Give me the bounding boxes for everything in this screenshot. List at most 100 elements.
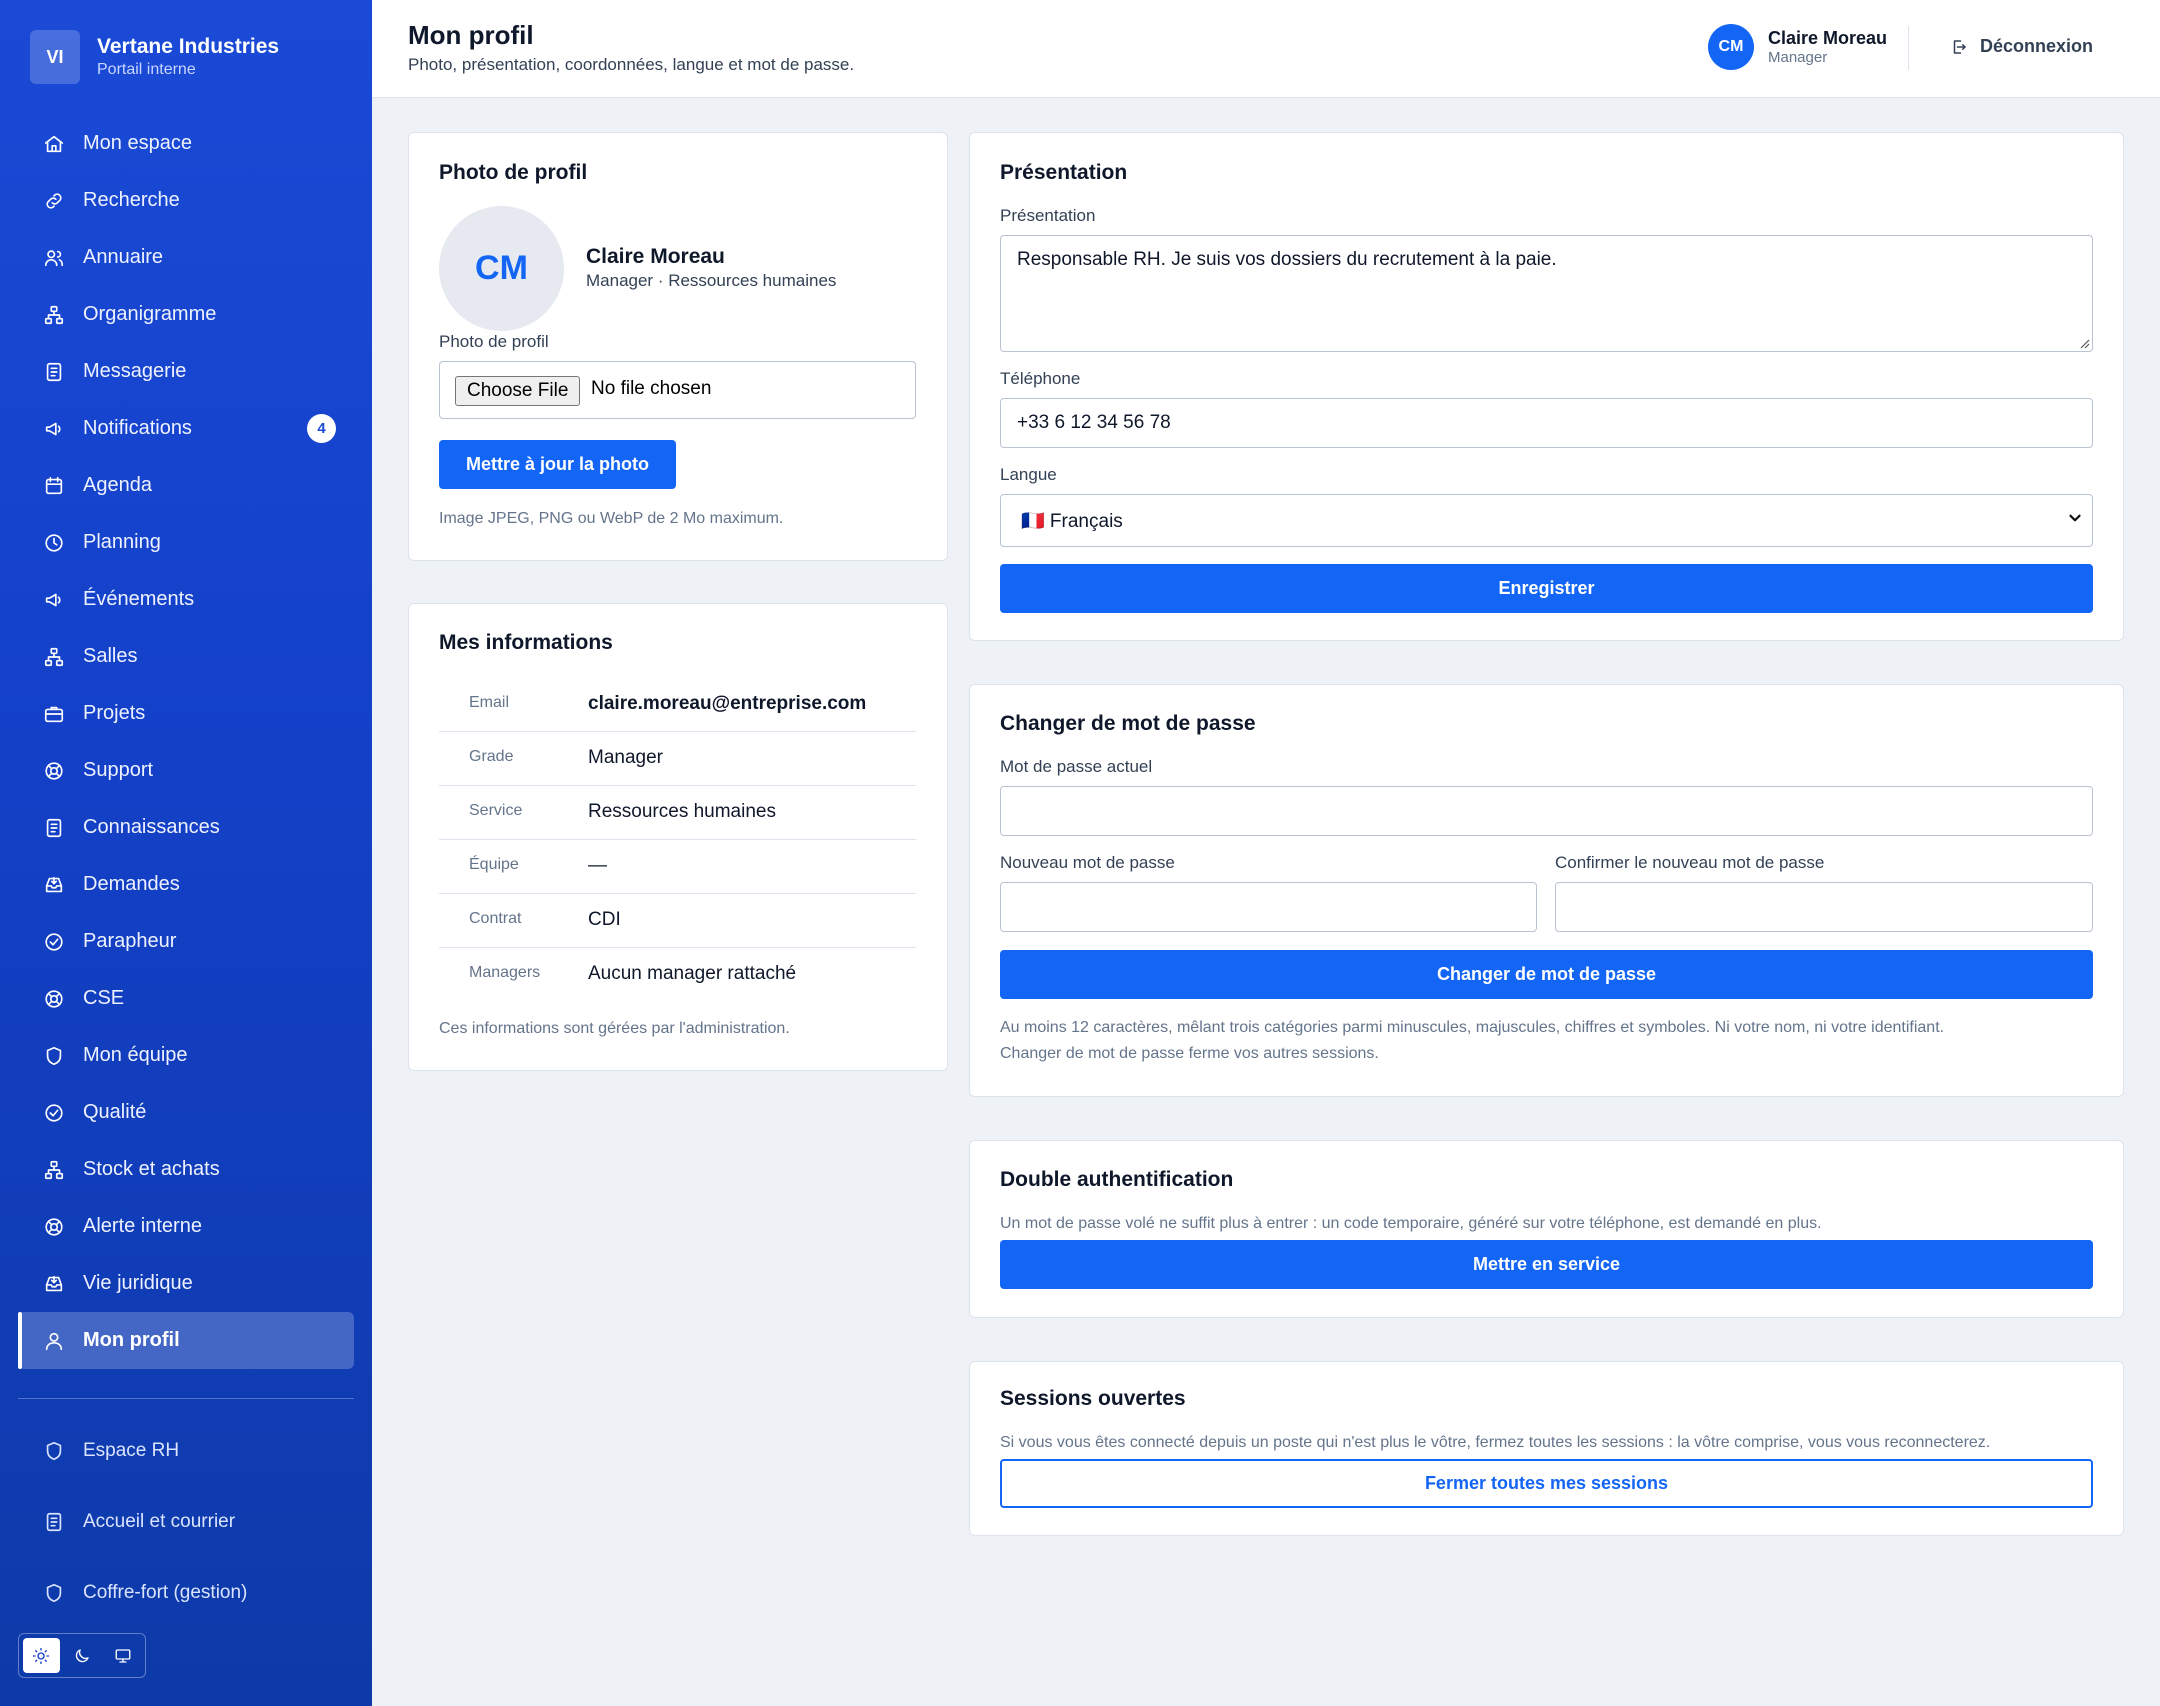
sidebar-item-projets[interactable]: Projets [18, 685, 354, 742]
info-value: CDI [588, 909, 621, 930]
current-password-input[interactable] [1000, 786, 2093, 836]
sidebar-item-label: Annuaire [83, 246, 164, 268]
update-photo-button[interactable]: Mettre à jour la photo [439, 440, 676, 489]
sidebar-item-vie-juridique[interactable]: Vie juridique [18, 1255, 354, 1312]
sidebar-item-messagerie[interactable]: Messagerie [18, 343, 354, 400]
change-password-button[interactable]: Changer de mot de passe [1000, 950, 2093, 999]
brand[interactable]: VI Vertane Industries Portail interne [30, 30, 279, 84]
sun-icon [33, 1647, 50, 1664]
enable-mfa-button[interactable]: Mettre en service [1000, 1240, 2093, 1289]
sidebar-item-parapheur[interactable]: Parapheur [18, 913, 354, 970]
sidebar-item-label: Parapheur [83, 930, 177, 952]
info-value: claire.moreau@entreprise.com [588, 693, 867, 714]
sidebar-item-evenements[interactable]: Événements [18, 571, 354, 628]
notification-badge: 4 [307, 414, 336, 443]
sidebar-item-annuaire[interactable]: Annuaire [18, 229, 354, 286]
document-icon [46, 1512, 62, 1531]
phone-input[interactable]: +33 6 12 34 56 78 [1000, 398, 2093, 448]
sidebar-item-qualite[interactable]: Qualité [18, 1084, 354, 1141]
sidebar-item-salles[interactable]: Salles [18, 628, 354, 685]
logout-button[interactable]: Déconnexion [1950, 36, 2093, 57]
sidebar-nav: Mon espace Recherche Annuaire Organigramme M… [18, 115, 354, 1369]
sidebar-item-stock-et-achats[interactable]: Stock et achats [18, 1141, 354, 1198]
sidebar-item-planning[interactable]: Planning [18, 514, 354, 571]
link-icon [46, 192, 62, 209]
sidebar-item-connaissances[interactable]: Connaissances [18, 799, 354, 856]
sidebar-item-label: Support [83, 759, 154, 781]
language-select[interactable]: 🇫🇷 Français [1000, 494, 2093, 547]
theme-monitor-button[interactable] [104, 1638, 141, 1673]
info-row-managers: Managers Aucun manager rattaché [439, 948, 916, 1002]
sidebar-item-espace-rh[interactable]: Espace RH [18, 1415, 354, 1486]
sidebar-item-notifications[interactable]: Notifications 4 [18, 400, 354, 457]
theme-moon-button[interactable] [64, 1638, 101, 1673]
user-menu[interactable]: CM Claire Moreau Manager [1708, 24, 1887, 70]
logout-icon [1953, 39, 1966, 54]
photo-file-input[interactable]: Choose File No file chosen [439, 361, 916, 419]
mfa-card: Double authentification Un mot de passe … [969, 1140, 2124, 1318]
sidebar-item-label: Mon équipe [83, 1044, 188, 1066]
info-note: Ces informations sont gérées par l'admin… [439, 1020, 790, 1037]
resize-handle-icon[interactable] [2078, 337, 2090, 349]
lifebuoy-icon [45, 989, 63, 1008]
phone-label: Téléphone [1000, 369, 1081, 388]
info-key: Équipe [469, 856, 519, 873]
user-icon [45, 1332, 63, 1350]
avatar: CM [1708, 24, 1754, 70]
sidebar-item-label: Alerte interne [83, 1215, 202, 1237]
org-chart-icon [44, 647, 64, 666]
sidebar-item-organigramme[interactable]: Organigramme [18, 286, 354, 343]
home-icon [44, 135, 64, 152]
sidebar-item-label: Mon profil [83, 1329, 180, 1351]
language-label: Langue [1000, 465, 1057, 484]
profile-name: Claire Moreau [586, 245, 725, 268]
info-key: Email [469, 694, 510, 711]
info-row-grade: Grade Manager [439, 732, 916, 786]
sidebar-item-label: Événements [83, 588, 195, 610]
sidebar-item-mon-equipe[interactable]: Mon équipe [18, 1027, 354, 1084]
sidebar-item-label: Organigramme [83, 303, 217, 325]
photo-hint: Image JPEG, PNG ou WebP de 2 Mo maximum. [439, 510, 784, 527]
profile-meta: Manager · Ressources humaines [586, 271, 837, 290]
sidebar-item-demandes[interactable]: Demandes [18, 856, 354, 913]
sidebar-item-mon-espace[interactable]: Mon espace [18, 115, 354, 172]
theme-sun-button[interactable] [23, 1638, 60, 1673]
choose-file-button[interactable]: Choose File [455, 376, 581, 406]
sessions-card: Sessions ouvertes Si vous vous êtes conn… [969, 1361, 2124, 1536]
sidebar-item-coffre-fort-gestion[interactable]: Coffre-fort (gestion) [18, 1557, 354, 1628]
sidebar-item-cse[interactable]: CSE [18, 970, 354, 1027]
bio-textarea[interactable]: Responsable RH. Je suis vos dossiers du … [1000, 235, 2093, 352]
sessions-hint: Si vous vous êtes connecté depuis un pos… [1000, 1434, 1991, 1451]
sidebar-item-recherche[interactable]: Recherche [18, 172, 354, 229]
info-key: Grade [469, 748, 514, 765]
new-password-input[interactable] [1000, 882, 1537, 932]
bio-label: Présentation [1000, 206, 1096, 225]
info-value: Manager [588, 747, 663, 768]
confirm-password-input[interactable] [1555, 882, 2093, 932]
inbox-icon [45, 876, 63, 892]
briefcase-icon [44, 706, 64, 722]
shield-icon [46, 1046, 62, 1065]
theme-switcher [18, 1633, 146, 1678]
sessions-card-title: Sessions ouvertes [1000, 1387, 1186, 1410]
user-role: Manager [1768, 49, 1828, 66]
new-password-label: Nouveau mot de passe [1000, 853, 1175, 872]
sidebar-item-label: Planning [83, 531, 161, 553]
confirm-password-label: Confirmer le nouveau mot de passe [1555, 853, 1825, 872]
sidebar-admin-nav: Espace RH Accueil et courrier Coffre-fort … [18, 1415, 354, 1628]
close-all-sessions-button[interactable]: Fermer toutes mes sessions [1000, 1459, 2093, 1508]
password-card-title: Changer de mot de passe [1000, 712, 1256, 735]
sidebar-item-accueil-et-courrier[interactable]: Accueil et courrier [18, 1486, 354, 1557]
info-key: Contrat [469, 910, 522, 927]
sidebar-item-support[interactable]: Support [18, 742, 354, 799]
sidebar-item-label: Connaissances [83, 816, 220, 838]
sidebar-item-label: Salles [83, 645, 138, 667]
monitor-icon [115, 1648, 131, 1663]
photo-field-label: Photo de profil [439, 332, 549, 351]
sidebar-item-label: Demandes [83, 873, 180, 895]
save-button[interactable]: Enregistrer [1000, 564, 2093, 613]
phone-value: +33 6 12 34 56 78 [1017, 412, 1171, 433]
sidebar-item-mon-profil[interactable]: Mon profil [18, 1312, 354, 1369]
sidebar-item-agenda[interactable]: Agenda [18, 457, 354, 514]
sidebar-item-alerte-interne[interactable]: Alerte interne [18, 1198, 354, 1255]
